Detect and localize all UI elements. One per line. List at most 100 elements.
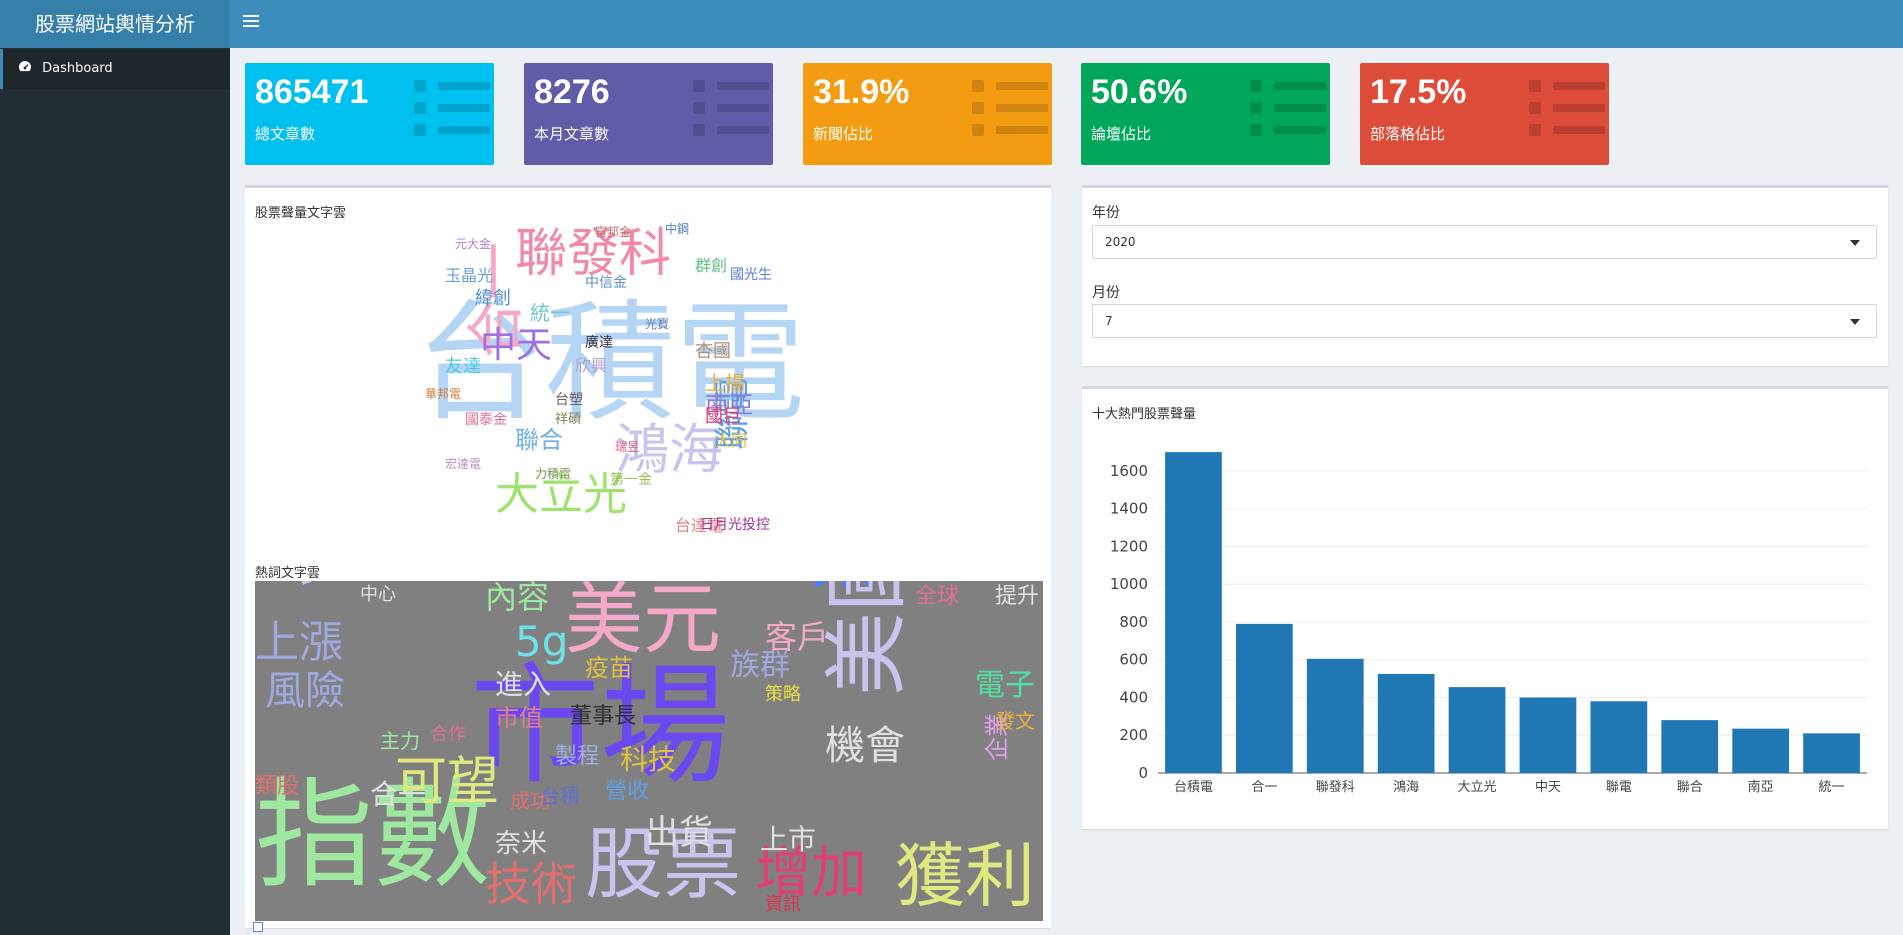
- cloud-word: 群創: [695, 256, 728, 275]
- bar-chart: 0 200 400 600 800 1000 1200 1400 1600 台積電 合一 聯發科 鴻海 大…: [1110, 452, 1867, 795]
- stock-cloud-title: 股票聲量文字雲: [255, 206, 347, 221]
- y-tick-label: 600: [1119, 651, 1148, 669]
- y-tick-label: 0: [1138, 764, 1148, 782]
- cloud-word: 中信金: [585, 275, 627, 291]
- x-tick-label: 中天: [1535, 780, 1561, 795]
- x-tick-label: 大立光: [1458, 780, 1497, 795]
- bar: [1732, 728, 1790, 773]
- cloud-word: 奈米: [495, 829, 548, 859]
- cloud-word: 玉晶光: [445, 266, 494, 285]
- stock-word-cloud: 台積電 聯發科 合一 鴻海 大立光 中天 聯電 南亞 聯合 統一 緯創 友達 玉晶光 國巨 上揚 杏國 台達電日…: [385, 218, 905, 558]
- bar: [1519, 697, 1577, 773]
- top-navbar: 股票網站輿情分析: [0, 0, 1903, 48]
- info-box-label: 總文章數: [255, 125, 316, 143]
- x-tick-label: 南亞: [1748, 779, 1774, 795]
- info-box-value: 50.6%: [1091, 73, 1188, 111]
- bar: [1235, 623, 1293, 773]
- keyword-cloud-title: 熱詞文字雲: [255, 566, 321, 581]
- cloud-word: 欣興: [575, 356, 608, 375]
- cloud-word: 合作: [430, 724, 466, 745]
- resize-handle[interactable]: [253, 922, 263, 932]
- y-tick-label: 1200: [1110, 537, 1148, 555]
- cloud-word: 合一: [370, 778, 427, 811]
- list-icon: [414, 80, 490, 140]
- info-box-label: 部落格佔比: [1370, 125, 1446, 143]
- cloud-word: 元大金: [455, 237, 492, 251]
- cloud-word: 國巨: [705, 406, 741, 427]
- bar: [1306, 658, 1364, 773]
- info-box-label: 論壇佔比: [1091, 125, 1152, 143]
- cloud-word: 科技: [620, 743, 677, 776]
- list-icon: [972, 80, 1048, 140]
- info-box-news-ratio: 31.9% 新聞佔比: [803, 63, 1052, 165]
- y-tick-label: 200: [1119, 726, 1148, 744]
- cloud-word: 上揚: [705, 371, 745, 395]
- cloud-word: 營收: [605, 779, 650, 804]
- cloud-word: 瑞昱: [615, 440, 640, 454]
- y-tick-label: 1400: [1110, 500, 1148, 518]
- cloud-word: 市值: [495, 704, 543, 732]
- cloud-word: 董事長: [570, 704, 637, 729]
- cloud-word: 光寶: [645, 317, 670, 331]
- x-tick-label: 合一: [1251, 780, 1277, 795]
- y-tick-label: 400: [1119, 688, 1148, 706]
- cloud-word: 內容: [485, 581, 550, 616]
- y-tick-label: 1000: [1110, 575, 1148, 593]
- info-box-blog-ratio: 17.5% 部落格佔比: [1360, 63, 1609, 165]
- info-box-value: 865471: [255, 73, 369, 111]
- wordcloud-panel: 股票聲量文字雲 台積電 聯發科 合一 鴻海 大立光 中天 聯電 南亞 聯合 統一 緯創 友達 玉晶光 國巨…: [245, 185, 1051, 928]
- cloud-word: 電子: [975, 668, 1035, 703]
- cloud-word: 中心: [360, 584, 396, 605]
- cloud-word: 策略: [765, 684, 801, 705]
- cloud-word: 廣達: [585, 335, 613, 351]
- keyword-word-cloud: 市場台股指數美元疫情美國股票獲利增加技術可望機會客戶上漲風險出貨上市族群電子內容…: [255, 581, 1043, 921]
- month-label: 月份: [1092, 285, 1120, 301]
- cloud-word: 上市: [760, 823, 817, 856]
- list-icon: [1529, 80, 1605, 140]
- cloud-word: 緯創: [475, 288, 511, 309]
- cloud-word: 製程: [555, 744, 600, 769]
- year-label: 年份: [1092, 205, 1120, 221]
- cloud-word: 國光生: [730, 267, 772, 283]
- cloud-word: 疫苗: [585, 654, 633, 682]
- info-box-label: 本月文章數: [534, 125, 610, 143]
- bar: [1165, 452, 1222, 773]
- x-tick-label: 聯發科: [1316, 780, 1355, 795]
- cloud-word: 祥碩: [555, 412, 582, 427]
- x-tick-label: 聯電: [1606, 780, 1632, 795]
- sidebar-toggle-icon[interactable]: [243, 12, 259, 32]
- cloud-word: 聯發科: [515, 224, 672, 284]
- y-tick-label: 1600: [1110, 462, 1148, 480]
- cloud-word: 中天: [480, 325, 553, 366]
- chevron-down-icon: [1850, 240, 1860, 246]
- cloud-word: 出貨: [645, 813, 713, 853]
- chevron-down-icon: [1850, 319, 1860, 325]
- list-icon: [693, 80, 769, 140]
- cloud-word: 華邦電: [425, 387, 462, 401]
- info-box-monthly-articles: 8276 本月文章數: [524, 63, 773, 165]
- cloud-word: 資訊: [765, 894, 801, 915]
- cloud-word: 發文: [995, 709, 1035, 733]
- x-tick-label: 台積電: [1174, 780, 1213, 795]
- cloud-word: 富邦金: [595, 225, 632, 239]
- month-select[interactable]: 7: [1092, 304, 1877, 338]
- cloud-word: 宏達電: [445, 457, 482, 471]
- chart-panel: 十大熱門股票聲量 0 200 400 600 800 1000 1200 1400 1600 台積…: [1082, 386, 1888, 829]
- sidebar-item-dashboard[interactable]: Dashboard: [0, 49, 230, 89]
- cloud-word: 中鋼: [665, 222, 690, 236]
- cloud-word: 全球: [915, 584, 960, 609]
- cloud-word: 類股: [255, 774, 300, 799]
- cloud-word: 統一: [530, 301, 570, 325]
- y-tick-label: 800: [1119, 613, 1148, 631]
- cloud-word: 大同: [715, 431, 748, 450]
- sidebar-item-label: Dashboard: [42, 61, 113, 76]
- cloud-word: 日月光投控: [700, 517, 770, 533]
- cloud-word: 5g: [515, 617, 569, 666]
- info-box-label: 新聞佔比: [813, 125, 874, 143]
- year-select[interactable]: 2020: [1092, 225, 1877, 259]
- dashboard-icon: [19, 61, 32, 72]
- app-title[interactable]: 股票網站輿情分析: [0, 0, 230, 48]
- info-box-value: 8276: [534, 73, 610, 111]
- cloud-word: 機會: [825, 723, 905, 769]
- cloud-word: 台塑: [555, 392, 583, 408]
